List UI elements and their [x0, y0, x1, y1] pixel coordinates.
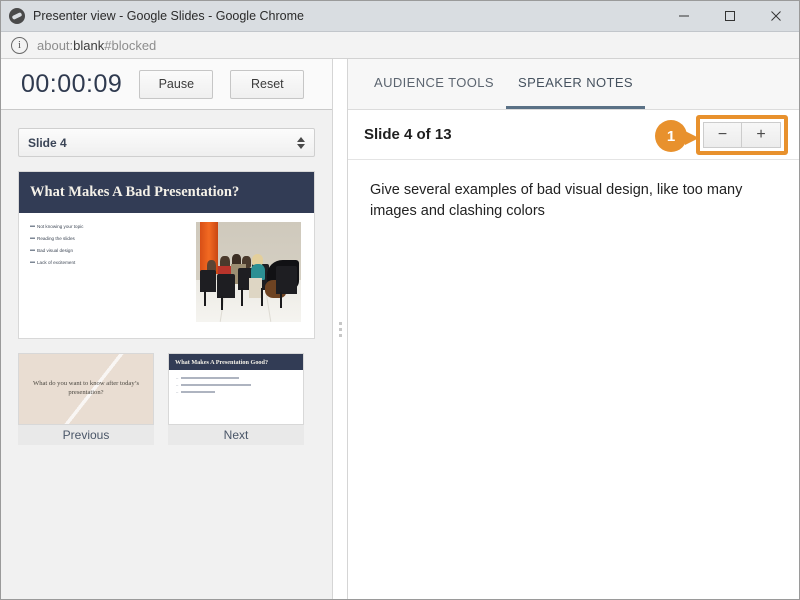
url-suffix: #blocked [104, 37, 157, 53]
callout-badge-1: 1 [655, 120, 699, 152]
slide-title: What Makes A Bad Presentation? [30, 184, 240, 200]
slide-selector[interactable]: Slide 4 [18, 128, 315, 157]
list-item: ▬ Reading the slides [30, 234, 170, 243]
presenter-right-panel: AUDIENCE TOOLS SPEAKER NOTES Slide 4 of … [348, 59, 799, 599]
info-circle-icon[interactable]: i [11, 36, 28, 54]
list-item: – [176, 375, 296, 380]
window-controls [661, 1, 799, 31]
list-item: ▬ Bad visual design [30, 246, 170, 255]
notes-header-bar: Slide 4 of 13 1 − + [348, 110, 799, 160]
main-content: 00:00:09 Pause Reset Slide 4 What Makes … [1, 59, 799, 599]
maximize-icon[interactable] [707, 1, 753, 31]
bullet-placeholder-line [181, 390, 215, 393]
previous-label[interactable]: Previous [18, 425, 154, 445]
thumbnail-row: What do you want to know after today’s p… [18, 353, 315, 445]
list-item: ▬ Lack of excitement [30, 258, 170, 267]
next-slide-frame: What Makes A Presentation Good? – – – [168, 353, 304, 425]
next-label[interactable]: Next [168, 425, 304, 445]
list-item: – [176, 382, 296, 387]
bullet-placeholder-line [181, 383, 251, 386]
bullet-placeholder-line [181, 376, 239, 379]
bullet-marker-icon: ▬ [30, 259, 35, 265]
next-slide-title: What Makes A Presentation Good? [175, 358, 269, 366]
audience-seated-in-chairs-photo [196, 222, 301, 322]
drag-grip-icon[interactable] [338, 321, 342, 337]
font-size-controls-highlight: − + [696, 114, 788, 155]
bullet-marker-icon: ▬ [30, 235, 35, 241]
url-text: about:blank#blocked [37, 38, 156, 53]
next-slide-header: What Makes A Presentation Good? [169, 354, 303, 370]
bullet-text: Not knowing your topic [37, 224, 84, 229]
previous-slide-content: What do you want to know after today’s p… [19, 354, 153, 424]
pause-button[interactable]: Pause [139, 69, 214, 99]
presenter-left-panel: 00:00:09 Pause Reset Slide 4 What Makes … [1, 59, 332, 599]
tab-audience-tools[interactable]: AUDIENCE TOOLS [362, 59, 506, 109]
bullet-marker-icon: ▬ [30, 247, 35, 253]
slide-bullet-list: ▬ Not knowing your topic ▬ Reading the s… [30, 222, 170, 329]
chrome-window: Presenter view - Google Slides - Google … [0, 0, 800, 600]
previous-slide-frame: What do you want to know after today’s p… [18, 353, 154, 425]
increase-font-size-button[interactable]: + [742, 121, 781, 148]
list-item: ▬ Not knowing your topic [30, 222, 170, 231]
current-slide-preview[interactable]: What Makes A Bad Presentation? ▬ Not kno… [18, 171, 315, 339]
url-prefix: about: [37, 37, 74, 53]
bullet-text: Lack of excitement [37, 260, 76, 265]
previous-slide-text: What do you want to know after today’s p… [32, 380, 140, 396]
speaker-notes-text: Give several examples of bad visual desi… [370, 182, 743, 220]
slide-counter: Slide 4 of 13 [364, 126, 452, 143]
panel-tabs: AUDIENCE TOOLS SPEAKER NOTES [348, 59, 799, 110]
close-icon[interactable] [753, 1, 799, 31]
panel-splitter[interactable] [332, 59, 348, 599]
minimize-icon[interactable] [661, 1, 707, 31]
title-bar: Presenter view - Google Slides - Google … [1, 1, 799, 32]
bullet-text: Bad visual design [37, 248, 74, 253]
callout-pointer-icon [685, 131, 699, 145]
callout-number: 1 [655, 120, 687, 152]
chrome-globe-icon [9, 8, 25, 24]
next-slide-thumbnail[interactable]: What Makes A Presentation Good? – – – Ne… [168, 353, 304, 445]
bullet-marker-icon: ▬ [30, 223, 35, 229]
bullet-text: Reading the slides [37, 236, 75, 241]
list-item: – [176, 389, 296, 394]
slide-header-bar: What Makes A Bad Presentation? [19, 172, 314, 213]
slide-selector-value: Slide 4 [28, 135, 67, 150]
slide-selector-wrap: Slide 4 [1, 110, 332, 157]
address-bar[interactable]: i about:blank#blocked [1, 32, 799, 59]
window-title: Presenter view - Google Slides - Google … [33, 9, 304, 23]
next-slide-body: – – – [169, 370, 303, 401]
reset-button[interactable]: Reset [230, 69, 305, 99]
elapsed-timer: 00:00:09 [21, 69, 123, 98]
tab-speaker-notes[interactable]: SPEAKER NOTES [506, 59, 646, 109]
decrease-font-size-button[interactable]: − [703, 121, 742, 148]
url-strong: blank [73, 37, 105, 53]
previous-slide-thumbnail[interactable]: What do you want to know after today’s p… [18, 353, 154, 445]
speaker-notes-body[interactable]: Give several examples of bad visual desi… [348, 160, 799, 599]
slide-body: ▬ Not knowing your topic ▬ Reading the s… [19, 213, 314, 338]
timer-bar: 00:00:09 Pause Reset [1, 59, 332, 110]
updown-spinner-icon[interactable] [297, 136, 305, 149]
